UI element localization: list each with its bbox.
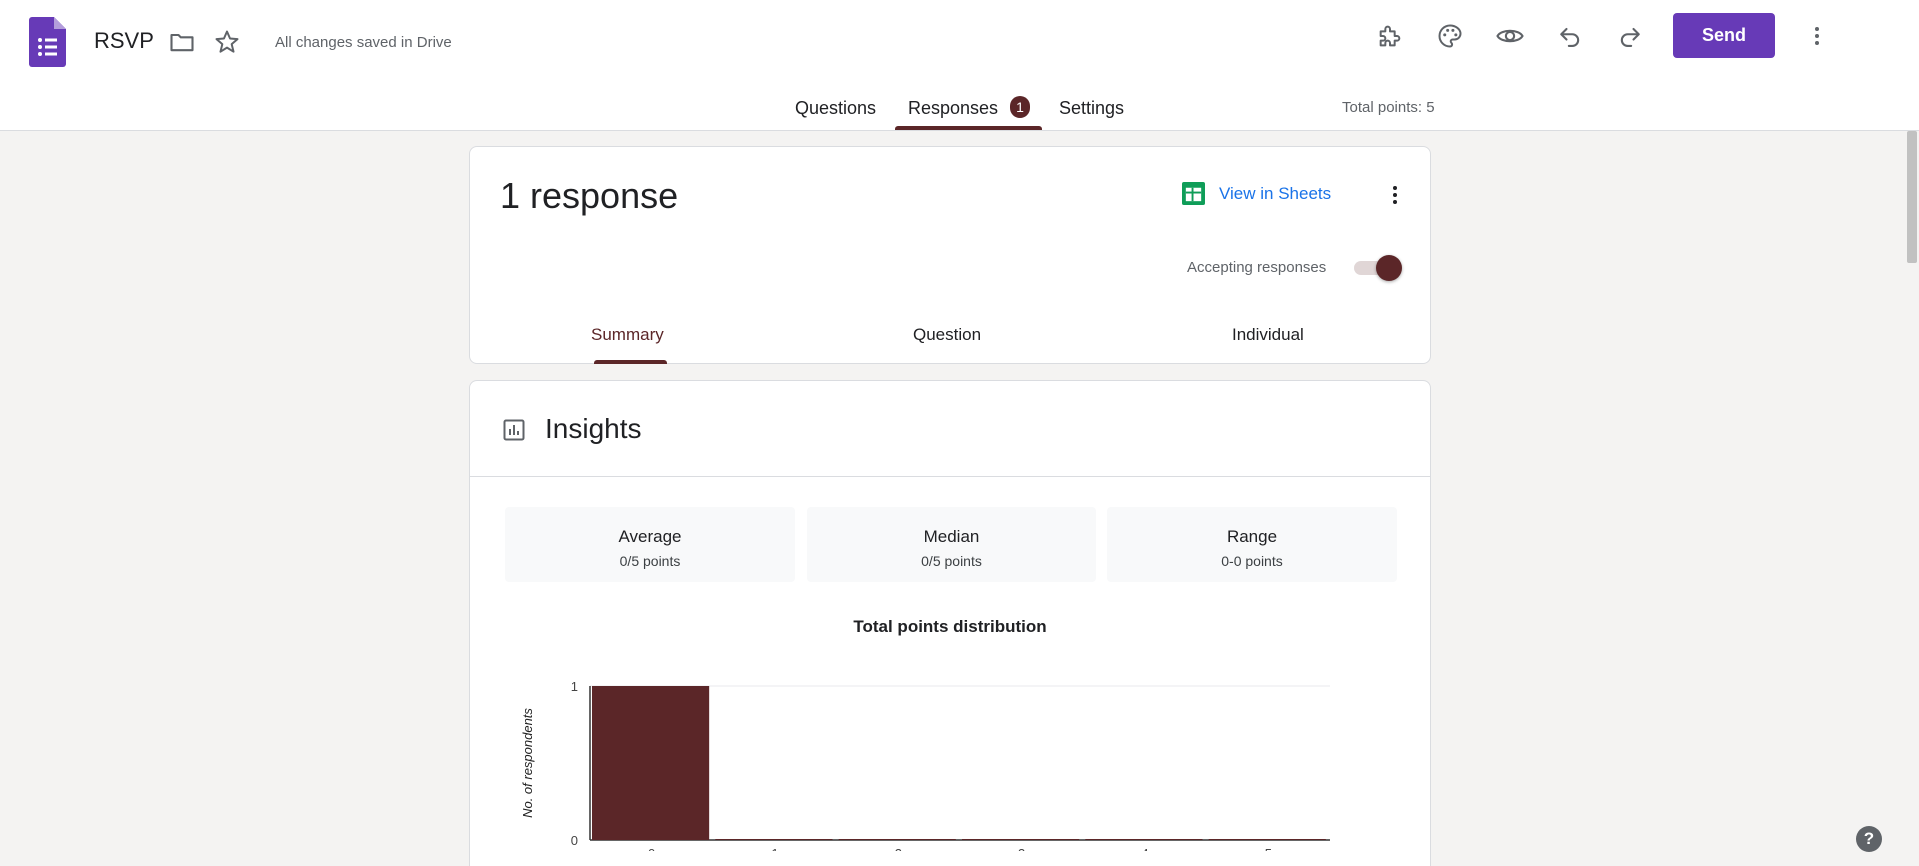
star-icon[interactable] [213,28,241,56]
x-tick-label: 3 [1018,846,1025,851]
tab-questions[interactable]: Questions [795,98,876,119]
stat-median-label: Median [923,527,980,546]
total-points: Total points: 5 [1342,99,1435,116]
accepting-responses-toggle[interactable] [1354,255,1402,281]
stat-median: Median 0/5 points [807,507,1096,582]
stat-median-value: 0/5 points [921,553,982,569]
chart-bar [962,839,1080,840]
chart-title: Total points distribution [853,617,1047,636]
tab-responses[interactable]: Responses [908,98,998,119]
y-axis-label: No. of respondents [520,708,535,818]
x-tick-label: 0 [648,846,655,851]
view-in-sheets-link[interactable]: View in Sheets [1182,182,1331,205]
stat-average-label: Average [618,527,682,546]
chart-bar [1085,839,1203,840]
preview-button[interactable] [1493,19,1527,53]
y-tick-label: 1 [571,679,578,694]
stat-range-label: Range [1226,527,1278,546]
stat-range: Range 0-0 points [1107,507,1397,582]
top-bar: RSVP All changes saved in Drive Send Que… [0,0,1919,131]
subtab-question[interactable]: Question [913,325,981,345]
insights-chart-icon [503,419,525,441]
chart-bar [838,839,956,840]
send-button[interactable]: Send [1673,13,1775,58]
accepting-responses-label: Accepting responses [1187,259,1327,276]
toggle-knob [1376,255,1402,281]
chart-bar [715,839,833,840]
undo-button[interactable] [1553,19,1587,53]
chart-bar [592,686,710,840]
tab-settings[interactable]: Settings [1059,98,1124,119]
folder-icon[interactable] [168,28,196,56]
subtab-summary[interactable]: Summary [591,325,664,345]
insights-header: Insights [470,381,1430,477]
responses-more-button[interactable] [1383,181,1407,209]
scrollbar-thumb[interactable] [1907,131,1917,263]
y-tick-label: 0 [571,833,578,848]
forms-logo-icon[interactable] [29,17,66,67]
help-button[interactable]: ? [1856,826,1882,852]
addon-icon [1379,25,1401,47]
sheets-icon [1182,182,1205,205]
redo-button[interactable] [1613,19,1647,53]
stat-average-value: 0/5 points [619,553,681,569]
more-options-button[interactable] [1800,19,1834,53]
points-distribution-chart: 0 1 No. of respondents 0 1 2 3 4 5 [520,679,1330,851]
responses-count-badge: 1 [1010,96,1030,118]
subtab-individual[interactable]: Individual [1232,325,1304,345]
undo-icon [1560,27,1580,47]
save-status: All changes saved in Drive [275,34,452,51]
stat-average: Average 0/5 points [505,507,795,582]
document-title[interactable]: RSVP [94,28,154,54]
active-subtab-indicator [594,360,667,364]
palette-icon [1438,24,1462,48]
x-tick-label: 2 [895,846,902,851]
responses-summary-card: 1 response View in Sheets Accepting resp… [469,146,1431,364]
x-tick-label: 4 [1141,846,1148,851]
x-tick-label: 1 [771,846,778,851]
response-count: 1 response [500,175,679,216]
more-vert-icon [1393,186,1397,204]
eye-icon [1496,29,1524,43]
x-tick-label: 5 [1265,846,1272,851]
insights-card: Insights Average 0/5 points Median 0/5 p… [469,380,1431,866]
stat-range-value: 0-0 points [1221,553,1283,569]
theme-button[interactable] [1433,19,1467,53]
active-tab-indicator [895,126,1042,130]
redo-icon [1620,27,1640,47]
addon-button[interactable] [1373,19,1407,53]
insights-title: Insights [545,413,642,444]
view-in-sheets-label: View in Sheets [1219,183,1332,203]
main-tabs: Questions Responses Settings [0,90,1919,131]
chart-bar [1208,839,1326,840]
more-vert-icon [1815,27,1819,45]
